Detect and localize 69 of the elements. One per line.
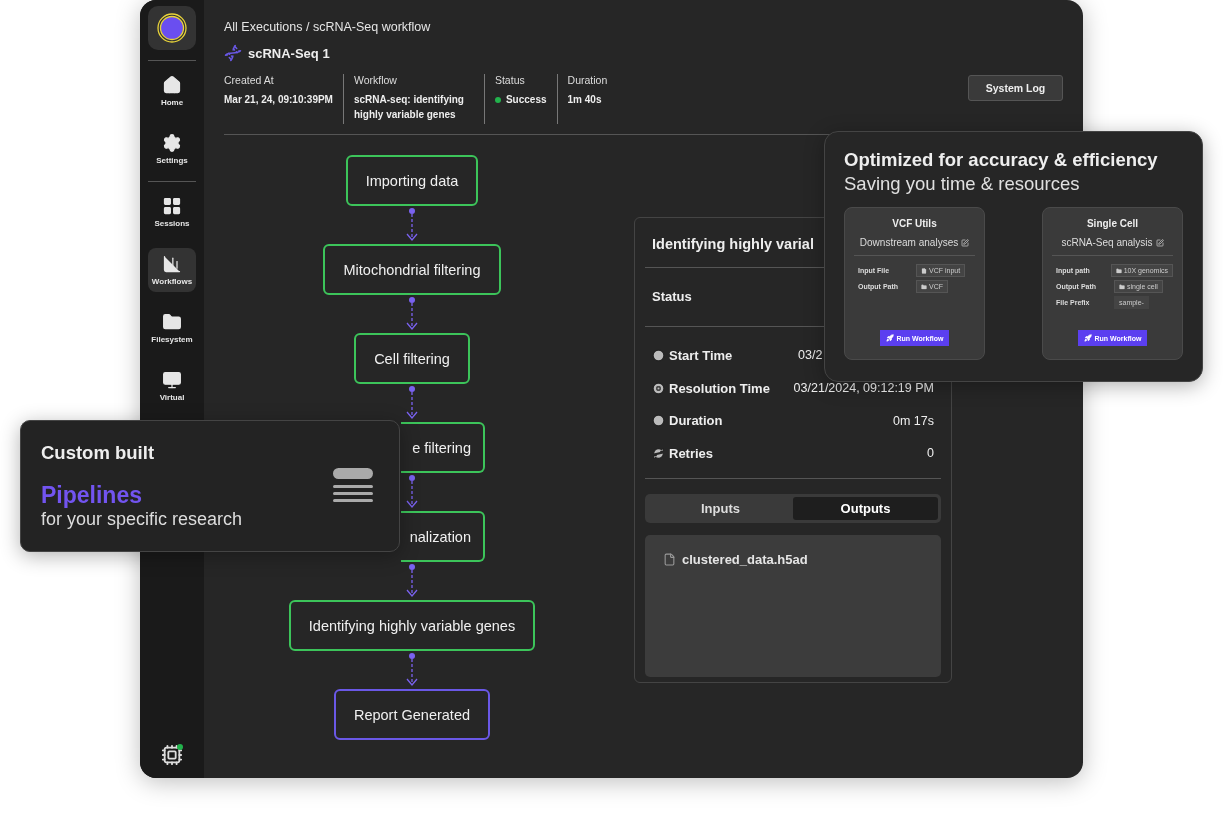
edit-icon[interactable] — [961, 238, 970, 247]
sidebar-item[interactable]: Settings — [148, 127, 196, 171]
meta-value: scRNA-seq: identifying highly variable genes — [353, 93, 465, 122]
logo[interactable] — [148, 6, 196, 50]
monitor-icon — [162, 370, 182, 390]
rocket-icon — [885, 334, 894, 342]
sidebar-item[interactable]: Filesystem — [148, 306, 196, 350]
meta-label: Workflow — [353, 74, 398, 86]
grid-icon — [162, 196, 182, 216]
promo-highlight: Pipelines — [41, 482, 143, 509]
pipeline-step[interactable]: Mitochondrial filtering — [323, 244, 501, 295]
sidebar-item[interactable]: Virtual — [148, 364, 196, 408]
tab[interactable]: Inputs — [648, 496, 793, 520]
folder-icon — [921, 283, 927, 290]
detail-value: 03/21/2024, 09:12:19 PM — [793, 381, 934, 396]
meta-label: Created At — [224, 74, 275, 86]
edit-icon[interactable] — [1155, 238, 1164, 247]
workflow-category: VCF Utils — [892, 218, 937, 229]
detail-label: Duration — [669, 413, 723, 429]
meta-value: Mar 21, 24, 09:10:39PM — [224, 93, 333, 107]
dna-icon — [224, 44, 242, 62]
refresh-icon — [652, 446, 665, 460]
meta-value: 1m 40s — [567, 93, 603, 107]
list-icon — [333, 468, 373, 504]
meta-value: Success — [494, 92, 547, 107]
detail-label: Retries — [669, 445, 714, 461]
workflow-category: Single Cell — [1086, 218, 1139, 229]
pipeline-step[interactable]: Report Generated — [333, 689, 491, 740]
promo-subtitle: for your specific research — [41, 509, 243, 530]
sidebar-item[interactable]: Sessions — [148, 190, 196, 234]
folder-icon — [1115, 267, 1122, 274]
logo-icon — [157, 13, 187, 43]
pipeline-step[interactable]: e filtering — [401, 422, 485, 473]
breadcrumb: All Executions / scRNA-Seq workflow — [224, 20, 432, 34]
file-name[interactable]: clustered_data.h5ad — [682, 551, 808, 567]
detail-label: Resolution Time — [669, 380, 770, 396]
detail-value: 03/2 — [798, 348, 824, 363]
pipeline-step[interactable]: nalization — [401, 511, 485, 562]
detail-value: 0 — [926, 446, 934, 461]
pipeline-step[interactable]: Cell filtering — [354, 333, 470, 384]
workflow-name: scRNA-Seq analysis — [1061, 237, 1153, 248]
promo-heading: Optimized for accuracy & efficiency — [844, 149, 1159, 171]
sidebar-item[interactable]: Home — [148, 69, 196, 113]
sidebar-item[interactable]: Workflows — [148, 248, 196, 292]
system-log-button[interactable]: System Log — [968, 75, 1063, 101]
detail-label: Start Time — [669, 347, 733, 363]
workflow-name: Downstream analyses — [859, 237, 959, 248]
promo-subtitle: Saving you time & resources — [844, 173, 1081, 195]
clock-icon — [652, 414, 665, 428]
pipeline-step[interactable]: Identifying highly variable genes — [288, 600, 536, 651]
play-icon — [652, 348, 665, 362]
bar-chart-icon — [162, 254, 182, 274]
pipeline-step[interactable]: Importing data — [345, 155, 479, 206]
home-icon — [162, 75, 182, 95]
execution-title: scRNA-Seq 1 — [248, 45, 330, 61]
promo-heading: Custom built — [41, 442, 156, 464]
rocket-icon — [1083, 334, 1092, 342]
settings-icon — [162, 133, 182, 153]
detail-value: 0m 17s — [892, 413, 934, 428]
file-icon — [921, 267, 927, 274]
panel-title: Identifying highly varial — [652, 236, 814, 252]
meta-label: Duration — [567, 74, 608, 86]
folder-icon — [1119, 283, 1125, 290]
folder-icon — [162, 312, 182, 332]
tab[interactable]: Outputs — [793, 496, 938, 520]
status-label: Status — [652, 289, 692, 304]
meta-label: Status — [494, 74, 526, 86]
file-icon — [663, 552, 676, 566]
stop-icon — [652, 381, 665, 395]
